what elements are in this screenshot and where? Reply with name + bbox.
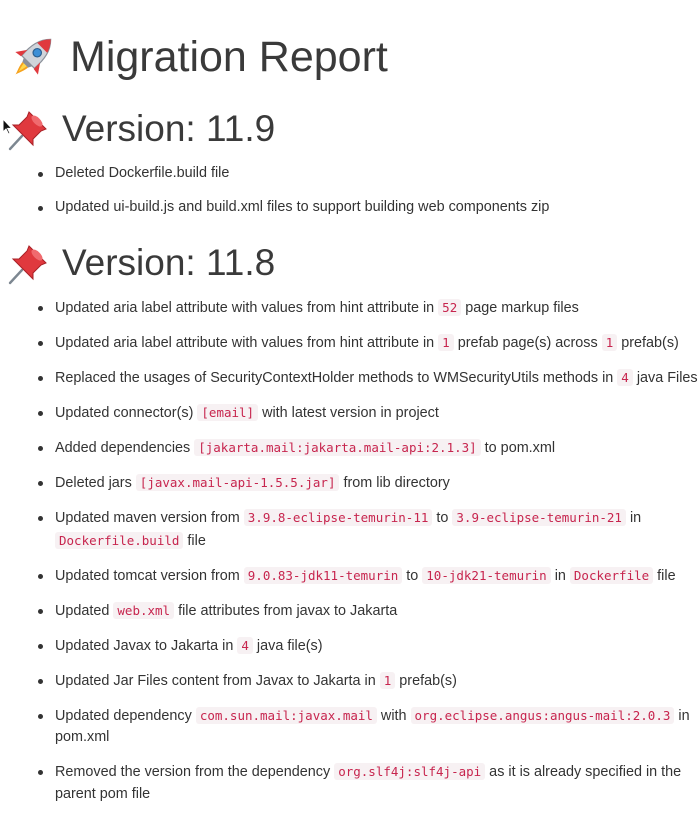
list-item: Replaced the usages of SecurityContextHo… <box>38 367 698 390</box>
section-list-v11-8: Updated aria label attribute with values… <box>38 297 698 818</box>
item-text: prefab page(s) across <box>453 335 602 351</box>
item-text: file attributes from javax to Jakarta <box>174 602 398 619</box>
item-text: page markup files <box>461 300 579 316</box>
item-text: to <box>402 567 423 584</box>
item-text: with latest version in project <box>258 405 439 421</box>
list-item: Updated web.xml file attributes from jav… <box>38 600 698 623</box>
section-heading-v11-9: Version: 11.9 <box>6 106 275 152</box>
item-text: Replaced the usages of SecurityContextHo… <box>55 370 618 386</box>
item-text: Updated <box>55 602 114 619</box>
item-text: to <box>432 510 453 526</box>
item-text: from lib directory <box>339 475 450 491</box>
section-heading-text: Version: 11.9 <box>62 108 276 149</box>
report-page: Migration Report Version: 11.9 Deleted D… <box>0 0 698 837</box>
inline-code: org.slf4j:slf4j-api <box>334 763 486 780</box>
page-title-text: Migration Report <box>70 32 388 81</box>
item-text: Updated Javax to Jakarta in <box>55 637 238 654</box>
list-item: Updated aria label attribute with values… <box>38 332 698 355</box>
list-item: Updated dependency com.sun.mail:javax.ma… <box>38 705 698 749</box>
list-item: Updated connector(s) [email] with latest… <box>38 402 698 425</box>
list-item: Removed the version from the dependency … <box>38 761 698 805</box>
item-text: java file(s) <box>252 637 323 654</box>
inline-code: 1 <box>379 671 396 689</box>
inline-code: 10-jdk21-temurin <box>422 566 551 584</box>
inline-code: 1 <box>601 334 618 351</box>
item-text: prefab(s) <box>395 672 457 689</box>
item-text: Added dependencies <box>55 440 195 456</box>
item-text: Updated maven version from <box>55 510 244 526</box>
item-text: Updated Jar Files content from Javax to … <box>55 672 380 689</box>
item-text: Removed the version from the dependency <box>55 764 335 780</box>
inline-code: [email] <box>197 404 259 421</box>
item-text: Deleted jars <box>55 475 136 491</box>
section-heading-text: Version: 11.8 <box>62 242 276 283</box>
pushpin-icon <box>6 240 52 286</box>
inline-code: [javax.mail-api-1.5.5.jar] <box>135 474 340 491</box>
item-text: in <box>550 567 570 584</box>
list-item: Updated aria label attribute with values… <box>38 297 698 320</box>
list-item: Updated maven version from 3.9.8-eclipse… <box>38 507 698 552</box>
item-text: java Files <box>632 370 698 386</box>
list-item: Updated tomcat version from 9.0.83-jdk11… <box>38 565 698 588</box>
inline-code: web.xml <box>113 601 175 619</box>
inline-code: Dockerfile <box>569 566 654 584</box>
item-text: Updated dependency <box>55 707 196 724</box>
list-item: Added dependencies [jakarta.mail:jakarta… <box>38 437 698 460</box>
item-text: file <box>653 567 676 584</box>
pushpin-icon <box>6 106 52 152</box>
item-text: Updated tomcat version from <box>55 567 244 584</box>
inline-code: com.sun.mail:javax.mail <box>195 706 377 724</box>
item-text: Deleted Dockerfile.build file <box>55 165 230 181</box>
page-title: Migration Report <box>6 30 388 84</box>
inline-code: Dockerfile.build <box>55 531 184 549</box>
section-heading-v11-8: Version: 11.8 <box>6 240 275 286</box>
inline-code: 3.9.8-eclipse-temurin-11 <box>243 509 433 526</box>
inline-code: 3.9-eclipse-temurin-21 <box>452 509 626 526</box>
inline-code: 4 <box>237 636 253 654</box>
list-item: Deleted jars [javax.mail-api-1.5.5.jar] … <box>38 472 698 495</box>
item-text: with <box>376 707 411 724</box>
list-item: Updated Jar Files content from Javax to … <box>38 670 698 693</box>
inline-code: 52 <box>438 299 462 316</box>
item-text: in <box>625 510 642 526</box>
item-text: to pom.xml <box>480 440 556 456</box>
item-text: prefab(s) <box>617 335 679 351</box>
inline-code: 9.0.83-jdk11-temurin <box>243 566 403 584</box>
inline-code: 4 <box>617 369 633 386</box>
section-list-v11-9: Deleted Dockerfile.build file Updated ui-… <box>38 163 698 231</box>
inline-code: [jakarta.mail:jakarta.mail-api:2.1.3] <box>194 439 481 456</box>
list-item: Updated ui-build.js and build.xml files … <box>38 197 698 219</box>
item-text: file <box>183 532 206 549</box>
item-text: Updated aria label attribute with values… <box>55 335 439 351</box>
inline-code: 1 <box>438 334 454 351</box>
rocket-icon <box>6 30 60 84</box>
item-text: Updated ui-build.js and build.xml files … <box>55 199 550 215</box>
item-text: Updated aria label attribute with values… <box>55 300 439 316</box>
inline-code: org.eclipse.angus:angus-mail:2.0.3 <box>410 706 675 724</box>
item-text: Updated connector(s) <box>55 405 198 421</box>
list-item: Updated Javax to Jakarta in 4 java file(… <box>38 635 698 658</box>
list-item: Deleted Dockerfile.build file <box>38 163 698 185</box>
